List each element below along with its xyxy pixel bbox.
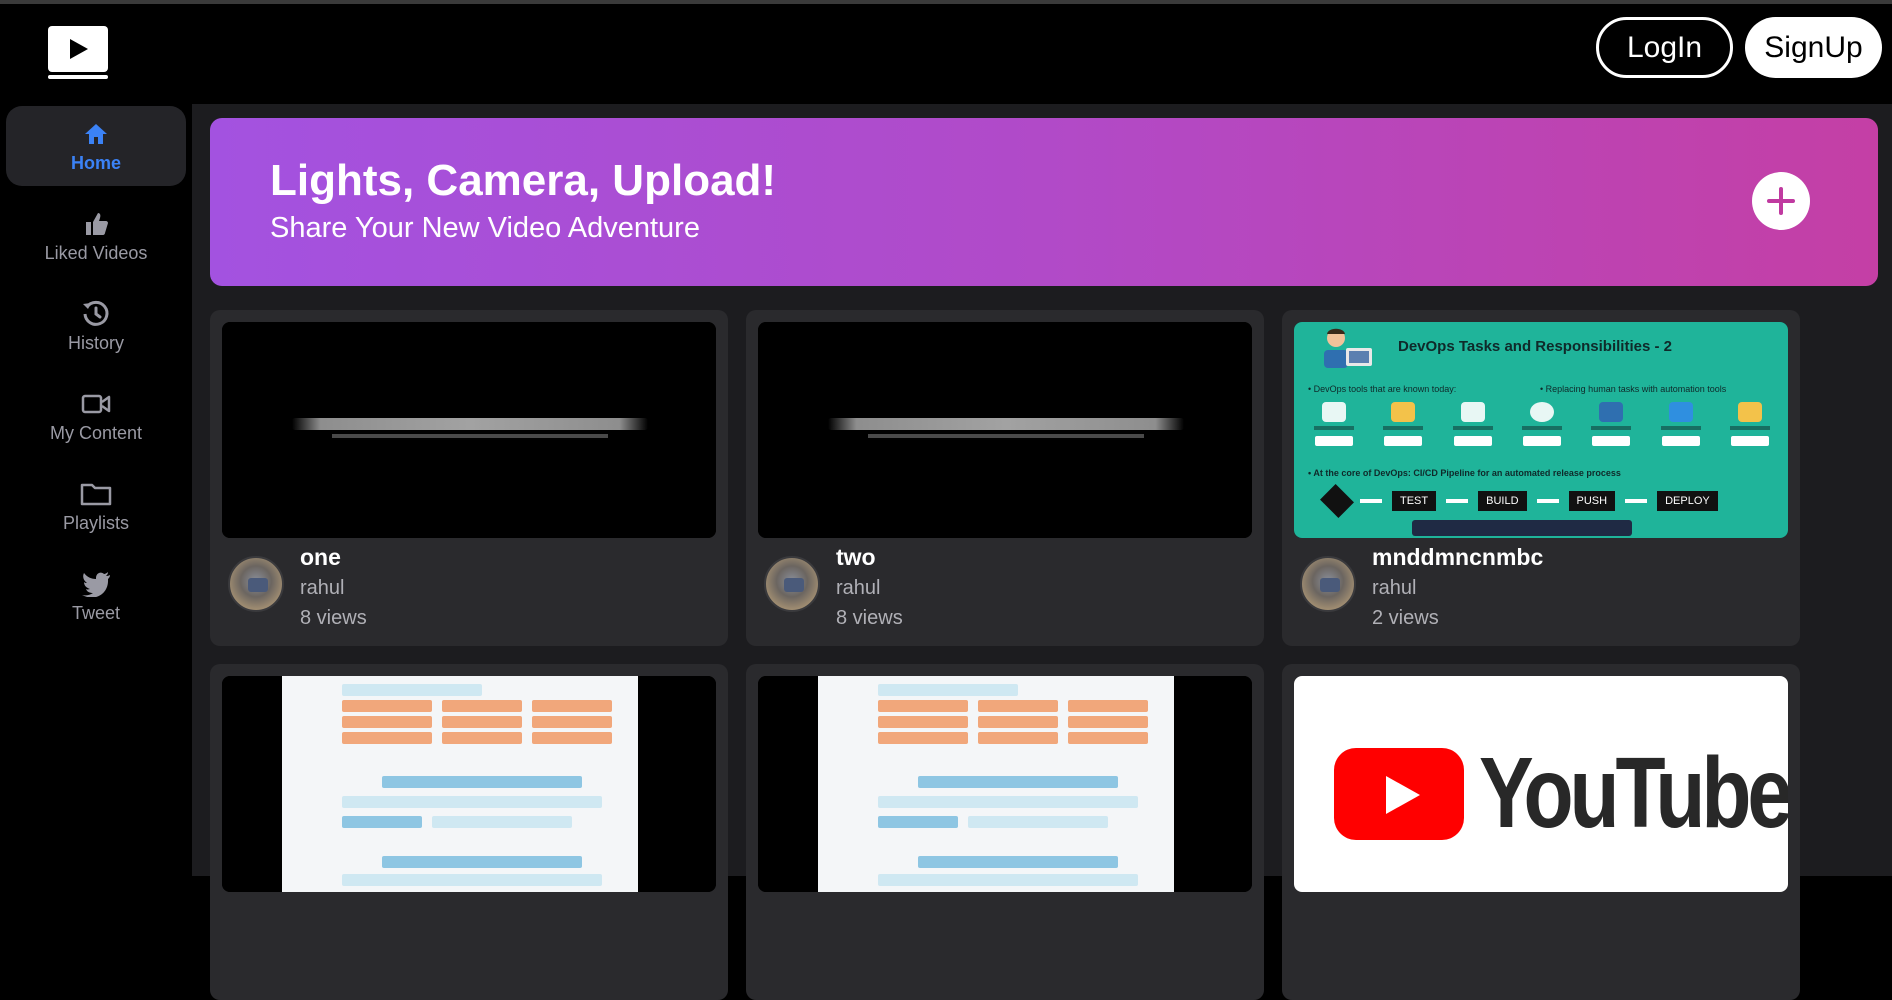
video-title[interactable]: mnddmncnmbc: [1372, 544, 1543, 571]
video-card[interactable]: one rahul 8 views: [210, 310, 728, 646]
logo[interactable]: [48, 26, 108, 80]
video-card[interactable]: [746, 664, 1264, 1000]
logo-underline: [48, 75, 108, 79]
video-thumbnail[interactable]: [222, 322, 716, 538]
sidebar-item-liked-videos[interactable]: Liked Videos: [6, 196, 186, 276]
avatar[interactable]: [1300, 556, 1356, 612]
sidebar-item-label: Liked Videos: [44, 242, 148, 263]
folder-icon: [80, 479, 112, 509]
video-card[interactable]: YouTube: [1282, 664, 1800, 1000]
video-thumbnail[interactable]: [758, 676, 1252, 892]
upload-banner: Lights, Camera, Upload! Share Your New V…: [210, 118, 1878, 286]
sidebar-item-history[interactable]: History: [6, 286, 186, 366]
video-thumbnail[interactable]: [758, 322, 1252, 538]
pipeline-step: PUSH: [1568, 491, 1616, 511]
twitter-icon: [81, 569, 111, 599]
banner-subtitle: Share Your New Video Adventure: [270, 212, 700, 244]
history-icon: [81, 299, 111, 329]
sidebar-item-label: My Content: [49, 422, 143, 443]
channel-name[interactable]: rahul: [836, 577, 880, 600]
thumbnail-heading: DevOps Tasks and Responsibilities - 2: [1398, 338, 1672, 355]
video-card[interactable]: DevOps Tasks and Responsibilities - 2 • …: [1282, 310, 1800, 646]
video-camera-icon: [81, 389, 111, 419]
sidebar-item-label: Playlists: [62, 512, 129, 533]
channel-name[interactable]: rahul: [300, 577, 344, 600]
thumbnail-text: • DevOps tools that are known today:: [1308, 384, 1457, 394]
developer-illustration: [1324, 328, 1372, 368]
video-card[interactable]: [210, 664, 728, 1000]
avatar[interactable]: [764, 556, 820, 612]
pipeline-step: DEPLOY: [1657, 491, 1718, 511]
sidebar-item-my-content[interactable]: My Content: [6, 376, 186, 456]
avatar[interactable]: [228, 556, 284, 612]
youtube-wordmark: YouTube: [1479, 737, 1788, 849]
sidebar-item-label: Home: [70, 152, 121, 173]
video-card[interactable]: two rahul 8 views: [746, 310, 1264, 646]
channel-name[interactable]: rahul: [1372, 577, 1416, 600]
sidebar-item-home[interactable]: Home: [6, 106, 186, 186]
sidebar-item-tweet[interactable]: Tweet: [6, 556, 186, 636]
home-icon: [83, 119, 109, 149]
sidebar: Home Liked Videos History My Content Pla…: [0, 104, 192, 876]
video-thumbnail[interactable]: [222, 676, 716, 892]
call-controls-overlay: [1412, 520, 1632, 536]
pipeline-step: TEST: [1392, 491, 1437, 511]
view-count: 8 views: [836, 607, 903, 629]
upload-button[interactable]: [1752, 172, 1810, 230]
sidebar-item-playlists[interactable]: Playlists: [6, 466, 186, 546]
thumbnail-text: • At the core of DevOps: CI/CD Pipeline …: [1308, 468, 1621, 478]
pipeline-step: BUILD: [1478, 491, 1527, 511]
plus-icon: [1767, 187, 1795, 215]
view-count: 2 views: [1372, 607, 1439, 629]
main-content: Lights, Camera, Upload! Share Your New V…: [192, 104, 1892, 1000]
thumbs-up-icon: [83, 209, 109, 239]
video-title[interactable]: one: [300, 544, 341, 571]
video-title[interactable]: two: [836, 544, 876, 571]
signup-button[interactable]: SignUp: [1745, 17, 1882, 78]
video-thumbnail[interactable]: DevOps Tasks and Responsibilities - 2 • …: [1294, 322, 1788, 538]
video-thumbnail[interactable]: YouTube: [1294, 676, 1788, 892]
banner-title: Lights, Camera, Upload!: [270, 156, 777, 205]
view-count: 8 views: [300, 607, 367, 629]
play-triangle-icon: [70, 39, 88, 59]
youtube-logo-icon: [1334, 748, 1464, 840]
sidebar-item-label: History: [67, 332, 124, 353]
sidebar-item-label: Tweet: [71, 602, 121, 623]
thumbnail-text: • Replacing human tasks with automation …: [1540, 384, 1727, 394]
header: LogIn SignUp: [0, 4, 1892, 104]
login-button[interactable]: LogIn: [1596, 17, 1733, 78]
